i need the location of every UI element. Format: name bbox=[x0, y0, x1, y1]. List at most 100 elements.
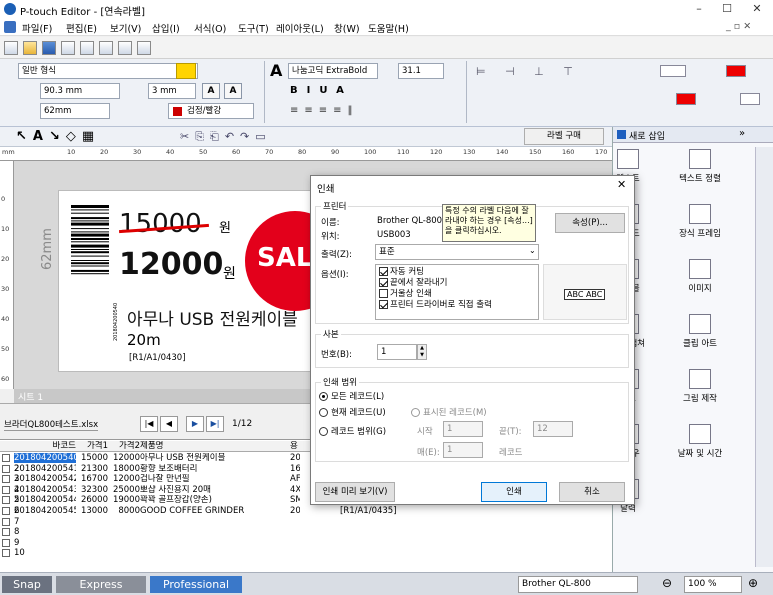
product-location[interactable]: [R1/A1/0430] bbox=[129, 353, 186, 363]
width-field[interactable]: 90.3 mm bbox=[40, 83, 120, 99]
cell-p1[interactable]: 26000 bbox=[78, 495, 108, 505]
menu-insert[interactable]: 삽입(I) bbox=[152, 21, 180, 35]
option-item[interactable]: 거울상 인쇄 bbox=[379, 289, 535, 300]
cell-code[interactable]: 201804200545 bbox=[14, 506, 76, 516]
length-field[interactable]: 62mm bbox=[40, 103, 110, 119]
row-checkbox[interactable] bbox=[2, 454, 10, 462]
text-box-icon[interactable]: A bbox=[202, 83, 220, 99]
menu-help[interactable]: 도움말(H) bbox=[368, 21, 409, 35]
row-checkbox[interactable] bbox=[2, 464, 10, 473]
cell-code[interactable]: 201804200540 bbox=[14, 453, 76, 463]
insert-item[interactable]: 이미지 bbox=[665, 259, 735, 294]
table-row[interactable]: 8 bbox=[0, 527, 612, 537]
insert-item[interactable]: 그림 제작 bbox=[665, 369, 735, 404]
options-list[interactable]: 자동 커팅 끝에서 잘라내기 거울상 인쇄 프린터 드라이버로 직접 출력 bbox=[375, 264, 539, 320]
column-header[interactable]: 바코드 bbox=[14, 441, 76, 451]
cell-name[interactable]: 꽉꽉 골프장갑(양손) bbox=[140, 495, 288, 505]
open-icon[interactable] bbox=[23, 41, 37, 55]
row-checkbox[interactable] bbox=[2, 475, 10, 484]
printer-select[interactable]: Brother QL-800 bbox=[518, 576, 638, 593]
cell-code[interactable]: 201804200544 bbox=[14, 495, 76, 505]
close-button[interactable]: ✕ bbox=[742, 0, 772, 18]
print-preview-icon[interactable] bbox=[80, 41, 94, 55]
row-checkbox[interactable] bbox=[2, 517, 10, 526]
pane-side-tabs[interactable] bbox=[755, 147, 773, 567]
option-item[interactable]: 프린터 드라이버로 직접 출력 bbox=[379, 300, 535, 311]
cell-p1[interactable]: 21300 bbox=[78, 464, 108, 474]
save-icon[interactable] bbox=[42, 41, 56, 55]
end-input[interactable]: 12 bbox=[533, 421, 573, 437]
next-record-button[interactable]: ▶ bbox=[186, 416, 204, 432]
expand-pane-icon[interactable]: » bbox=[739, 128, 745, 139]
cell-p1[interactable]: 32300 bbox=[78, 485, 108, 495]
print-icon[interactable] bbox=[61, 41, 75, 55]
product-name[interactable]: 아무나 USB 전원케이블 bbox=[127, 305, 298, 330]
database-file[interactable]: 브라더QL800테스트.xlsx bbox=[4, 418, 99, 431]
cell-x[interactable]: SM bbox=[290, 495, 300, 505]
column-header[interactable]: 가격1 bbox=[78, 441, 108, 451]
option-checkbox[interactable] bbox=[379, 300, 388, 309]
column-header[interactable]: 제품명 bbox=[140, 441, 288, 451]
column-header[interactable]: 용 bbox=[290, 441, 300, 451]
menu-layout[interactable]: 레이아웃(L) bbox=[276, 21, 324, 35]
radio-dot[interactable] bbox=[319, 408, 328, 417]
label-preview[interactable]: 201804200540 15000 원 12000 원 SAL 아무나 USB… bbox=[58, 190, 345, 372]
cell-p1[interactable]: 15000 bbox=[78, 453, 108, 463]
insert-item[interactable]: 텍스트 정렬 bbox=[665, 149, 735, 184]
cell-p2[interactable]: 12000 bbox=[110, 453, 140, 463]
start-input[interactable]: 1 bbox=[443, 421, 483, 437]
insert-item[interactable]: 장식 프레임 bbox=[665, 204, 735, 239]
table-row[interactable]: 10 bbox=[0, 548, 612, 558]
cell-name[interactable]: GOOD COFFEE GRINDER bbox=[140, 506, 288, 516]
row-checkbox[interactable] bbox=[2, 538, 10, 547]
table-row[interactable]: 9 bbox=[0, 538, 612, 548]
paragraph-buttons[interactable]: ≡≡≡≡‖ bbox=[290, 105, 359, 116]
new-icon[interactable] bbox=[4, 41, 18, 55]
sheet-tab-1[interactable]: 시트 1 bbox=[18, 390, 43, 403]
cell-code[interactable]: 201804200543 bbox=[14, 485, 76, 495]
new-price[interactable]: 12000 bbox=[119, 247, 223, 282]
menu-edit[interactable]: 편집(E) bbox=[66, 21, 97, 35]
cancel-button[interactable]: 취소 bbox=[559, 482, 625, 502]
radio-dot[interactable] bbox=[319, 427, 328, 436]
zoom-in-icon[interactable]: ⊕ bbox=[748, 576, 758, 590]
text-style-buttons[interactable]: BIUA bbox=[290, 85, 353, 96]
cell-p1[interactable]: 13000 bbox=[78, 506, 108, 516]
row-checkbox[interactable] bbox=[2, 549, 10, 558]
cell-p2[interactable]: 8000 bbox=[110, 506, 140, 516]
cell-p2[interactable]: 25000 bbox=[110, 485, 140, 495]
menu-tools[interactable]: 도구(T) bbox=[238, 21, 269, 35]
maximize-button[interactable]: ☐ bbox=[712, 0, 742, 18]
cell-code[interactable]: 201804200542 bbox=[14, 474, 76, 484]
cell-x[interactable]: 20 bbox=[290, 453, 300, 463]
print-button[interactable]: 인쇄 bbox=[481, 482, 547, 502]
radio-dot[interactable] bbox=[411, 408, 420, 417]
row-checkbox[interactable] bbox=[2, 496, 10, 505]
prev-record-button[interactable]: ◀ bbox=[160, 416, 178, 432]
fill-color-select[interactable] bbox=[726, 65, 746, 77]
menu-window[interactable]: 창(W) bbox=[334, 21, 360, 35]
option-checkbox[interactable] bbox=[379, 278, 388, 287]
output-select[interactable]: 표준 bbox=[375, 244, 539, 260]
text-color-select[interactable] bbox=[676, 93, 696, 105]
printer-tool-icon[interactable] bbox=[137, 41, 151, 55]
last-record-button[interactable]: ▶| bbox=[206, 416, 224, 432]
cell-x[interactable]: 4X bbox=[290, 485, 300, 495]
option-checkbox[interactable] bbox=[379, 289, 388, 298]
line-color-select[interactable] bbox=[660, 65, 686, 77]
old-price[interactable]: 15000 bbox=[119, 209, 202, 239]
radio-shown-records[interactable]: 표시된 레코드(M) bbox=[411, 406, 487, 418]
cell-name[interactable]: 겁나잘 만년필 bbox=[140, 474, 288, 484]
minimize-button[interactable]: – bbox=[684, 0, 714, 18]
cell-code[interactable]: 201804200541 bbox=[14, 464, 76, 474]
cell-x[interactable]: AF bbox=[290, 474, 300, 484]
transfer-icon[interactable] bbox=[118, 41, 132, 55]
cell-x[interactable]: 16 bbox=[290, 464, 300, 474]
align-buttons[interactable]: ⊨ ⊣ ⊥ ⊤ bbox=[476, 65, 581, 78]
insert-item[interactable]: 클립 아트 bbox=[665, 314, 735, 349]
radio-record-range[interactable]: 레코드 범위(G) bbox=[319, 425, 386, 437]
radio-dot[interactable] bbox=[319, 392, 328, 401]
mdi-controls[interactable]: _ ▫ ✕ bbox=[726, 21, 751, 32]
insert-item[interactable]: 날짜 및 시간 bbox=[665, 424, 735, 459]
radio-current-record[interactable]: 현재 레코드(U) bbox=[319, 406, 386, 418]
